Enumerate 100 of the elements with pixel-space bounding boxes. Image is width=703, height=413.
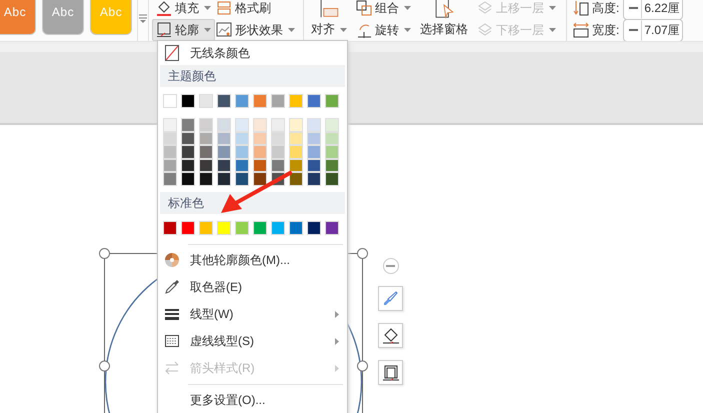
color-swatch[interactable] [235,118,249,132]
color-swatch[interactable] [199,158,213,172]
color-swatch[interactable] [235,220,249,234]
color-swatch[interactable] [325,172,339,186]
menu-item[interactable]: 取色器(E) [158,274,347,300]
align-button[interactable]: 对齐 [308,0,350,41]
color-swatch[interactable] [271,94,285,108]
group-icon [356,0,372,16]
color-swatch[interactable] [181,158,195,172]
size-value: 6.22厘 [643,0,681,16]
color-swatch[interactable] [325,220,339,234]
menu-item[interactable]: 无线条颜色 [158,41,347,65]
color-swatch[interactable] [271,118,285,132]
color-swatch[interactable] [181,94,195,108]
section-header: 标准色 [160,192,345,214]
toolbar-button[interactable]: 组合 [352,0,415,19]
color-swatch[interactable] [289,220,303,234]
color-swatch[interactable] [307,145,321,158]
submenu-arrow-icon [335,310,339,318]
color-swatch[interactable] [325,118,339,132]
menu-item[interactable]: 其他轮廓颜色(M)... [158,246,347,274]
color-swatch[interactable] [217,132,231,145]
color-swatch[interactable] [163,158,177,172]
color-swatch[interactable] [253,220,267,234]
minus-icon [628,29,638,31]
toolbar-button[interactable]: 轮廓 [152,19,215,41]
caret-icon [549,6,556,10]
color-swatch[interactable] [253,172,267,186]
color-swatch[interactable] [163,145,177,158]
color-swatch[interactable] [163,132,177,145]
shape-effects-icon [216,22,232,38]
collapse-button[interactable] [382,258,398,274]
color-swatch[interactable] [289,145,303,158]
color-swatch[interactable] [289,94,303,108]
color-swatch[interactable] [199,220,213,234]
color-swatch[interactable] [217,94,231,108]
color-swatch[interactable] [289,132,303,145]
color-swatch[interactable] [307,158,321,172]
color-swatch[interactable] [271,158,285,172]
color-swatch[interactable] [271,145,285,158]
color-swatch[interactable] [325,132,339,145]
shape-tool-button[interactable] [378,323,403,348]
color-swatch[interactable] [199,145,213,158]
color-swatch[interactable] [235,132,249,145]
color-swatch[interactable] [253,94,267,108]
color-swatch[interactable] [217,145,231,158]
eyedropper-icon [164,279,180,295]
color-swatch[interactable] [271,220,285,234]
color-swatch[interactable] [163,118,177,132]
menu-item[interactable]: 线型(W) [158,300,347,328]
color-swatch[interactable] [325,145,339,158]
caret-icon [288,28,295,32]
caret-icon [340,28,347,32]
color-swatch[interactable] [181,118,195,132]
color-swatch[interactable] [181,132,195,145]
color-swatch[interactable] [253,132,267,145]
color-swatch[interactable] [199,94,213,108]
width-icon [573,22,589,38]
color-swatch[interactable] [163,172,177,186]
color-swatch[interactable] [199,172,213,186]
toolbar-button[interactable]: 旋转 [352,19,415,41]
toolbar-button[interactable]: 形状效果 [212,19,299,41]
color-swatch[interactable] [217,172,231,186]
color-swatch[interactable] [235,158,249,172]
color-swatch[interactable] [307,172,321,186]
color-swatch[interactable] [181,172,195,186]
color-swatch[interactable] [289,172,303,186]
color-swatch[interactable] [289,118,303,132]
color-swatch[interactable] [217,118,231,132]
color-swatch[interactable] [325,94,339,108]
color-swatch[interactable] [253,118,267,132]
color-swatch[interactable] [217,220,231,234]
color-swatch[interactable] [181,220,195,234]
color-swatch[interactable] [235,94,249,108]
color-swatch[interactable] [217,158,231,172]
color-swatch[interactable] [199,118,213,132]
color-swatch[interactable] [181,145,195,158]
color-swatch[interactable] [253,145,267,158]
menu-item[interactable]: 更多设置(O)... [158,386,347,413]
color-swatch[interactable] [289,158,303,172]
toolbar-button[interactable]: 填充 [152,0,215,19]
more-styles-icon [139,14,147,24]
color-swatch[interactable] [253,158,267,172]
size-field[interactable]: 6.22厘 [623,0,683,20]
color-swatch[interactable] [307,94,321,108]
toolbar-button[interactable]: 格式刷 [212,0,275,19]
color-swatch[interactable] [235,172,249,186]
menu-item[interactable]: 虚线线型(S) [158,328,347,354]
color-swatch[interactable] [307,132,321,145]
color-swatch[interactable] [271,132,285,145]
color-swatch[interactable] [307,220,321,234]
color-swatch[interactable] [163,220,177,234]
size-field[interactable]: 7.07厘 [623,18,683,41]
color-swatch[interactable] [325,158,339,172]
shape-tool-button[interactable] [378,360,403,385]
selection-pane-button[interactable]: 选择窗格 [417,0,471,41]
color-swatch[interactable] [235,145,249,158]
color-swatch[interactable] [163,94,177,108]
color-swatch[interactable] [199,132,213,145]
color-swatch[interactable] [307,118,321,132]
